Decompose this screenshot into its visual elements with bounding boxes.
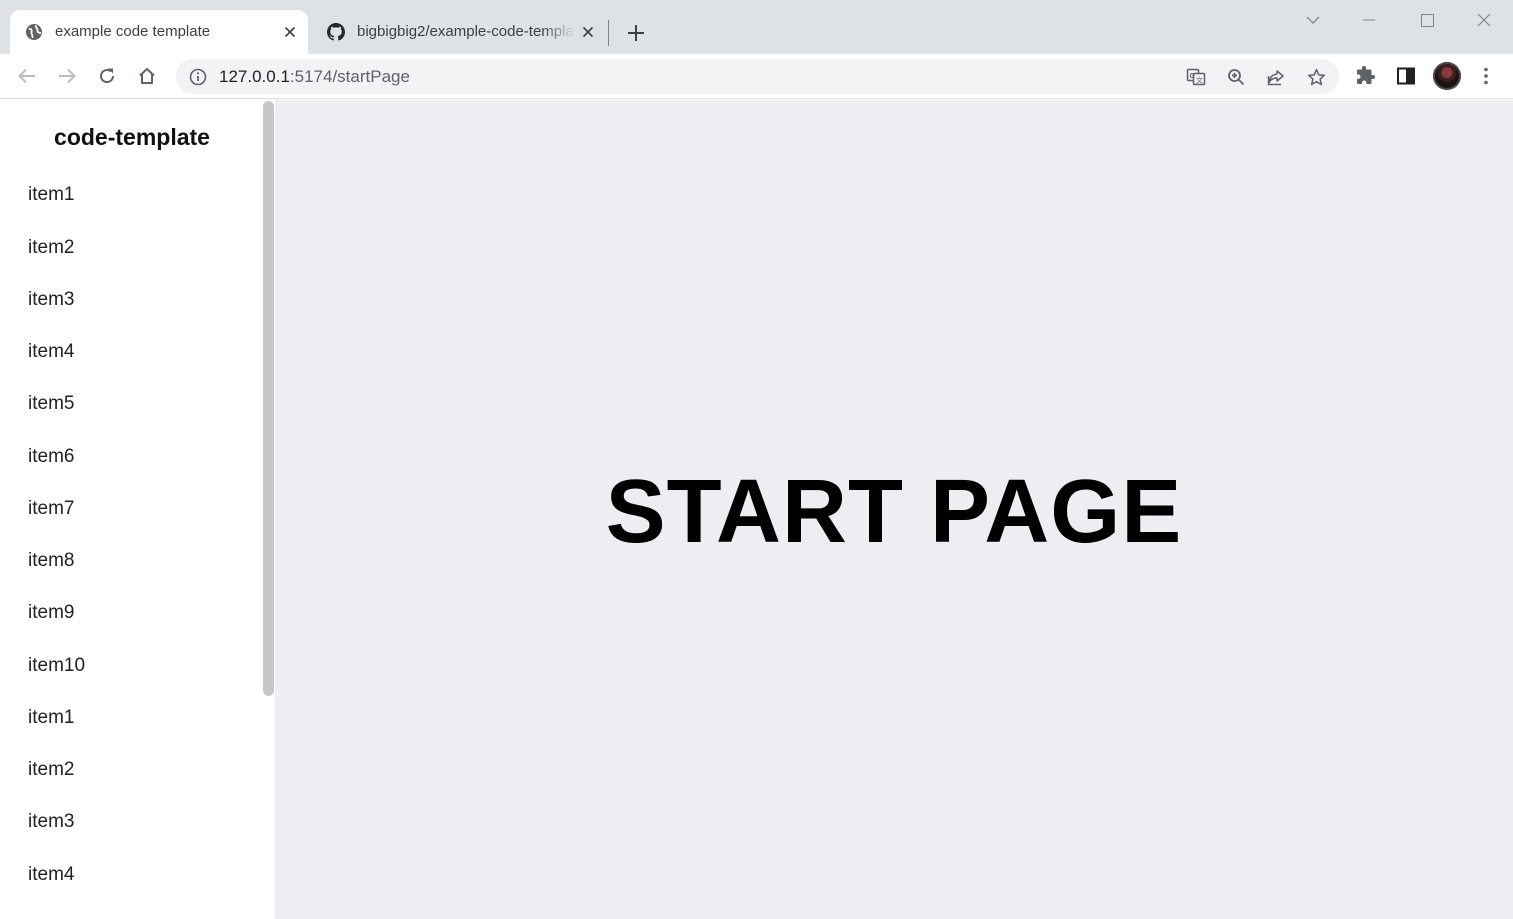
browser-window: example code template bigbigbig2/example…: [0, 0, 1513, 919]
reload-button[interactable]: [92, 61, 122, 91]
sidebar-item-item8[interactable]: item8: [28, 550, 74, 572]
tab-inactive[interactable]: bigbigbig2/example-code-template: [312, 10, 602, 54]
arrow-left-icon: [18, 68, 35, 84]
home-icon: [139, 68, 155, 84]
sidebar-item-item10[interactable]: item10: [28, 655, 85, 677]
tab-active[interactable]: example code template: [10, 10, 308, 54]
sidebar-item-item7[interactable]: item7: [28, 498, 74, 520]
url-path: :5174/startPage: [289, 67, 410, 86]
profile-avatar[interactable]: [1433, 62, 1461, 90]
page-headline: START PAGE: [605, 462, 1183, 562]
address-bar[interactable]: 127.0.0.1:5174/startPage G 文: [176, 59, 1339, 94]
extensions-button[interactable]: [1351, 61, 1381, 91]
sidebar-item-item6[interactable]: item6: [28, 446, 74, 468]
maximize-icon: [1420, 13, 1434, 27]
close-icon: [1477, 13, 1491, 27]
more-vertical-icon: [1484, 67, 1488, 85]
url-host: 127.0.0.1: [219, 67, 290, 86]
star-icon: [1307, 68, 1325, 85]
main-content: START PAGE: [275, 100, 1513, 919]
sidebar-item-item2[interactable]: item2: [28, 759, 74, 781]
tab-title: example code template: [55, 23, 211, 40]
close-tab-button[interactable]: [280, 22, 300, 42]
sidebar-item-item4[interactable]: item4: [28, 341, 74, 363]
translate-button[interactable]: G 文: [1182, 63, 1210, 91]
tab-divider: [608, 20, 609, 46]
tab-strip: example code template bigbigbig2/example…: [0, 0, 1513, 54]
sidebar-item-item3[interactable]: item3: [28, 811, 74, 833]
share-icon: [1267, 70, 1284, 86]
new-tab-button[interactable]: [622, 19, 650, 47]
zoom-button[interactable]: [1222, 63, 1250, 91]
translate-icon: G 文: [1186, 68, 1206, 86]
puzzle-icon: [1357, 66, 1375, 84]
sidebar-scrollbar[interactable]: [263, 101, 274, 696]
tab-title: bigbigbig2/example-code-template: [357, 23, 575, 40]
close-icon: [582, 26, 594, 38]
sidebar-title: code-template: [54, 124, 210, 150]
back-button[interactable]: [12, 61, 42, 91]
browser-menu-button[interactable]: [1471, 61, 1501, 91]
sidebar: code-template item1 item2 item3 item4 it…: [0, 100, 275, 919]
url-text: 127.0.0.1:5174/startPage: [219, 67, 410, 86]
globe-icon: [26, 24, 42, 40]
close-tab-button[interactable]: [578, 22, 598, 42]
browser-toolbar: 127.0.0.1:5174/startPage G 文: [0, 54, 1513, 99]
reload-icon: [100, 68, 115, 84]
page-viewport: code-template item1 item2 item3 item4 it…: [0, 100, 1513, 919]
maximize-button[interactable]: [1404, 5, 1450, 35]
zoom-in-icon: [1228, 69, 1245, 86]
chevron-down-icon: [1306, 16, 1320, 24]
sidebar-item-item1[interactable]: item1: [28, 707, 74, 729]
svg-text:G: G: [1190, 73, 1196, 80]
share-button[interactable]: [1262, 63, 1290, 91]
bookmark-button[interactable]: [1302, 63, 1330, 91]
plus-icon: [628, 25, 644, 41]
sidebar-item-item9[interactable]: item9: [28, 602, 74, 624]
forward-button[interactable]: [52, 61, 82, 91]
minimize-button[interactable]: [1346, 5, 1392, 35]
sidebar-item-item3[interactable]: item3: [28, 289, 74, 311]
site-info-icon: [189, 68, 207, 86]
arrow-right-icon: [59, 68, 76, 84]
github-icon: [327, 23, 345, 41]
sidebar-item-item1[interactable]: item1: [28, 184, 74, 206]
sidebar-item-item4[interactable]: item4: [28, 864, 74, 886]
tab-search-button[interactable]: [1290, 5, 1336, 35]
home-button[interactable]: [132, 61, 162, 91]
side-panel-icon: [1397, 67, 1415, 85]
sidebar-item-item2[interactable]: item2: [28, 237, 74, 259]
side-panel-button[interactable]: [1391, 61, 1421, 91]
sidebar-item-item5[interactable]: item5: [28, 393, 74, 415]
minimize-icon: [1363, 19, 1375, 21]
close-window-button[interactable]: [1461, 5, 1507, 35]
svg-text:文: 文: [1196, 76, 1203, 85]
close-icon: [284, 26, 296, 38]
